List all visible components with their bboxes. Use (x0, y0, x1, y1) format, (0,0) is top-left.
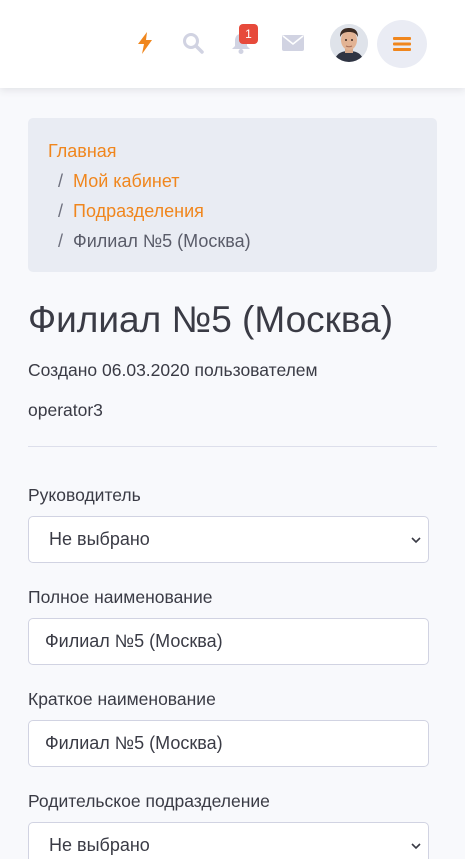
breadcrumb-item-cabinet: / Мой кабинет (48, 166, 417, 196)
menu-icon (393, 37, 411, 51)
menu-toggle-button[interactable] (377, 20, 427, 68)
breadcrumb-link-home[interactable]: Главная (48, 141, 117, 161)
chevron-down-icon (411, 537, 421, 544)
search-icon[interactable] (179, 28, 207, 58)
chevron-down-icon (411, 843, 421, 850)
bolt-icon[interactable] (131, 28, 159, 58)
parent-department-label: Родительское подразделение (28, 791, 270, 811)
breadcrumb-link-departments[interactable]: Подразделения (73, 201, 204, 221)
parent-department-field: Родительское подразделение Не выбрано (28, 789, 437, 859)
breadcrumb-item-current: / Филиал №5 (Москва) (48, 226, 417, 256)
notification-badge: 1 (239, 24, 258, 44)
full-name-label: Полное наименование (28, 587, 213, 607)
short-name-field: Краткое наименование (28, 687, 437, 767)
full-name-input[interactable] (28, 618, 429, 665)
parent-department-select-value: Не выбрано (49, 835, 150, 855)
breadcrumb-separator: / (58, 171, 64, 191)
page-title: Филиал №5 (Москва) (28, 299, 394, 340)
manager-select-value: Не выбрано (49, 529, 150, 549)
parent-department-select[interactable]: Не выбрано (28, 822, 429, 859)
created-by-user: operator3 (28, 400, 103, 420)
manager-select[interactable]: Не выбрано (28, 516, 429, 563)
breadcrumb-separator: / (58, 231, 64, 251)
topbar: 1 (0, 0, 465, 88)
breadcrumb-item-departments: / Подразделения (48, 196, 417, 226)
created-info: Создано 06.03.2020 пользователем operato… (28, 350, 437, 430)
envelope-icon[interactable] (279, 28, 307, 58)
breadcrumb-link-cabinet[interactable]: Мой кабинет (73, 171, 180, 191)
breadcrumb: Главная / Мой кабинет / Подразделения / Фил… (28, 118, 437, 272)
created-info-line: Создано 06.03.2020 пользователем (28, 360, 318, 380)
avatar[interactable] (330, 24, 368, 62)
divider (28, 446, 437, 447)
main-content: Главная / Мой кабинет / Подразделения / Фил… (28, 118, 437, 859)
full-name-field: Полное наименование (28, 585, 437, 665)
short-name-input[interactable] (28, 720, 429, 767)
manager-label: Руководитель (28, 485, 141, 505)
manager-field: Руководитель Не выбрано (28, 483, 437, 563)
breadcrumb-current: Филиал №5 (Москва) (73, 231, 251, 251)
breadcrumb-separator: / (58, 201, 64, 221)
short-name-label: Краткое наименование (28, 689, 216, 709)
breadcrumb-item-home: Главная (48, 136, 417, 166)
